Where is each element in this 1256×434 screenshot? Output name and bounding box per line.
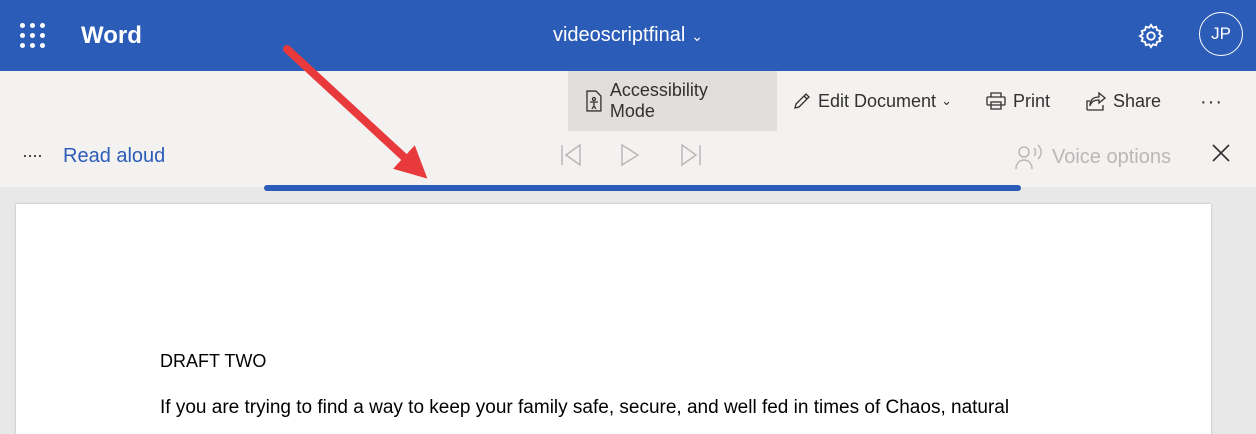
edit-document-button[interactable]: Edit Document ⌄	[792, 71, 952, 131]
read-aloud-progress-bar	[264, 185, 1021, 191]
document-paragraph: If you are trying to find a way to keep …	[160, 397, 1010, 418]
print-label: Print	[1013, 90, 1051, 111]
chevron-down-icon: ⌄	[941, 93, 952, 108]
print-button[interactable]: Print	[985, 71, 1050, 131]
settings-gear-icon[interactable]	[1137, 22, 1165, 50]
voice-options-icon	[1015, 144, 1042, 170]
next-paragraph-icon[interactable]	[680, 143, 702, 167]
voice-options-button[interactable]: Voice options	[1014, 143, 1171, 171]
document-title[interactable]: videoscriptfinal ⌄	[0, 24, 1256, 47]
document-page: DRAFT TWO If you are trying to find a wa…	[16, 204, 1211, 434]
share-label: Share	[1113, 90, 1162, 111]
printer-icon	[986, 92, 1006, 110]
voice-options-label: Voice options	[1052, 145, 1171, 168]
app-header: Word videoscriptfinal ⌄ JP	[0, 0, 1256, 71]
accessibility-icon	[586, 90, 602, 112]
accessibility-mode-label: Accessibility Mode	[609, 80, 708, 121]
user-avatar[interactable]: JP	[1199, 12, 1243, 56]
share-button[interactable]: Share	[1085, 71, 1161, 131]
ribbon-toolbar: Accessibility Mode Edit Document ⌄ Print…	[0, 71, 1256, 132]
read-aloud-bar: ···· Read aloud Voice options	[0, 131, 1256, 187]
pencil-icon	[794, 93, 810, 109]
edit-document-label: Edit Document	[818, 90, 937, 111]
close-icon[interactable]	[1210, 142, 1232, 164]
accessibility-mode-button[interactable]: Accessibility Mode	[568, 71, 777, 131]
document-heading: DRAFT TWO	[160, 351, 267, 371]
chevron-down-icon[interactable]: ⌄	[691, 28, 703, 44]
more-options-button[interactable]: ···	[1200, 91, 1223, 114]
document-title-text[interactable]: videoscriptfinal	[553, 24, 685, 46]
play-icon[interactable]	[619, 143, 641, 167]
share-icon	[1086, 91, 1107, 111]
read-aloud-menu-icon[interactable]: ····	[22, 145, 43, 166]
read-aloud-label: Read aloud	[63, 145, 166, 167]
previous-paragraph-icon[interactable]	[560, 143, 582, 167]
